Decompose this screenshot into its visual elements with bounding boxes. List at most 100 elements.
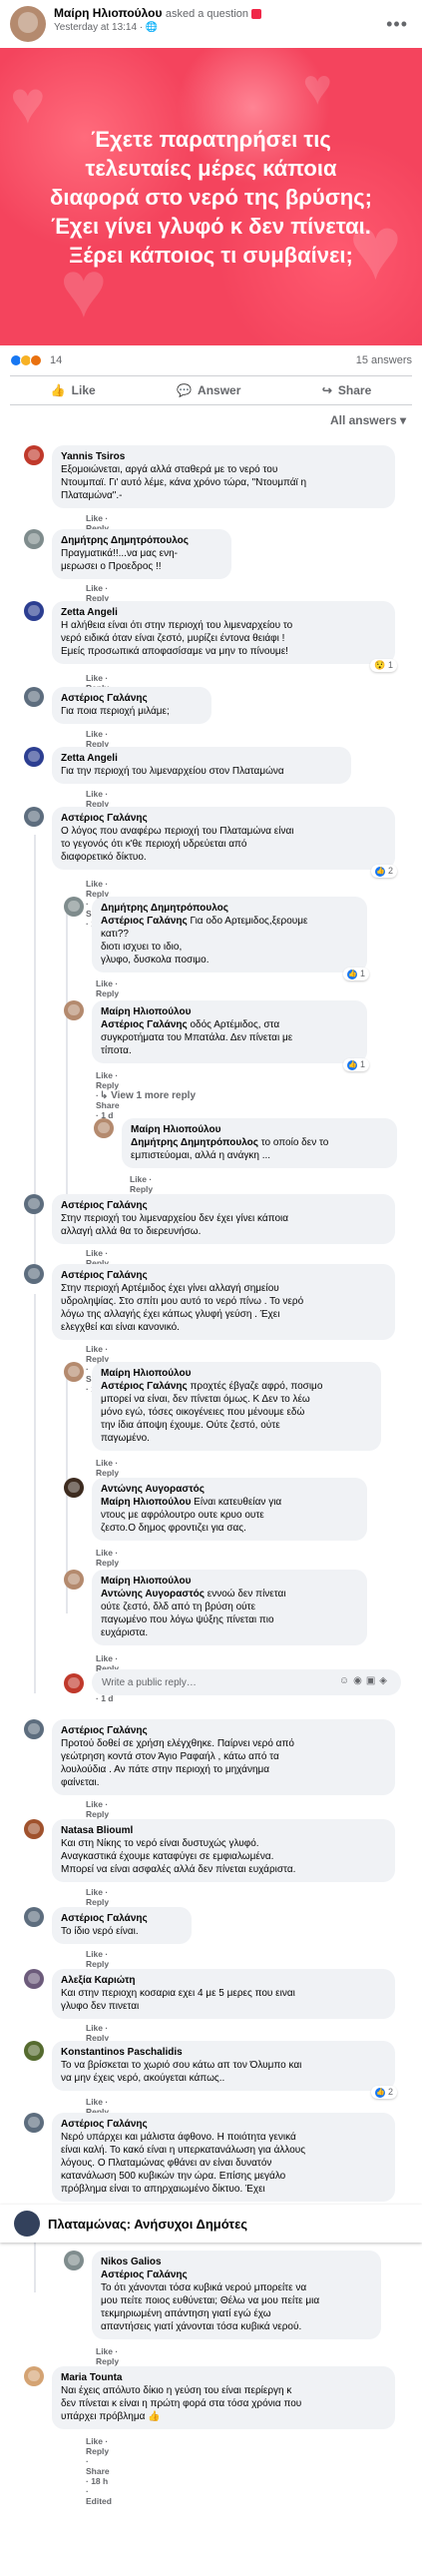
avatar[interactable] bbox=[24, 1264, 44, 1284]
mention-link[interactable]: Αστέριος Γαλάνης bbox=[101, 2269, 188, 2280]
post-author-name[interactable]: Μαίρη Ηλιοπούλου bbox=[54, 6, 162, 20]
comment-author[interactable]: Nikos Galios bbox=[101, 2255, 372, 2268]
comment-bubble: Natasa Bliouml Και στη Νίκης το νερό είν… bbox=[52, 1819, 395, 1882]
avatar[interactable] bbox=[24, 747, 44, 767]
thread-line bbox=[34, 1294, 36, 1693]
reaction-badge[interactable]: 👍 2 bbox=[371, 2086, 397, 2099]
comment-author[interactable]: Αστέριος Γαλάνης bbox=[61, 1199, 386, 1212]
comment-author[interactable]: Αστέριος Γαλάνης bbox=[61, 1912, 183, 1925]
avatar[interactable] bbox=[64, 1362, 84, 1382]
comment-author[interactable]: Αστέριος Γαλάνης bbox=[61, 2118, 386, 2131]
avatar[interactable] bbox=[24, 2366, 44, 2386]
comment-bubble: Αστέριος Γαλάνης Προτού δοθεί σε χρήση ε… bbox=[52, 1719, 395, 1795]
reaction-summary[interactable]: 14 bbox=[10, 354, 62, 366]
reaction-badge-count: 2 bbox=[387, 866, 393, 877]
gif-icon[interactable]: ▣ bbox=[366, 1675, 379, 1686]
mention-link[interactable]: Αστέριος Γαλάνης bbox=[101, 916, 188, 927]
comment-text: διοτι ισχυει το ιδιο, bbox=[101, 942, 183, 953]
avatar[interactable] bbox=[24, 601, 44, 621]
comment-author[interactable]: Αλεξία Καριώτη bbox=[61, 1974, 386, 1987]
comment-author[interactable]: Μαίρη Ηλιοπούλου bbox=[101, 1367, 372, 1380]
avatar[interactable] bbox=[64, 2251, 84, 2270]
reaction-badge[interactable]: 👍 2 bbox=[371, 865, 397, 878]
avatar[interactable] bbox=[24, 529, 44, 549]
reaction-badge[interactable]: 👍 1 bbox=[343, 1058, 369, 1071]
emoji-icon[interactable]: ☺ bbox=[339, 1675, 353, 1686]
avatar[interactable] bbox=[24, 807, 44, 827]
comment-text: ούτε ζεστό, δλδ από τη βρύση ούτε bbox=[101, 1602, 256, 1612]
comment-author[interactable]: Natasa Bliouml bbox=[61, 1824, 386, 1837]
comment-author[interactable]: Αστέριος Γαλάνης bbox=[61, 692, 203, 705]
mention-link[interactable]: Αστέριος Γαλάνης bbox=[101, 1381, 188, 1392]
comment-author[interactable]: Αντώνης Αυγοραστός bbox=[101, 1483, 358, 1496]
comment-bubble: Αστέριος Γαλάνης Στην περιοχή του λιμενα… bbox=[52, 1194, 395, 1244]
comment-text: Μπορεί να είναι ασφαλές αλλά δεν πίνεται… bbox=[61, 1864, 296, 1875]
comment-author[interactable]: Αστέριος Γαλάνης bbox=[61, 1269, 386, 1282]
avatar[interactable] bbox=[24, 1194, 44, 1214]
comment-text: ελεγχθεί και είναι κανονικό. bbox=[61, 1322, 180, 1333]
avatar[interactable] bbox=[24, 1969, 44, 1989]
comment-author[interactable]: Αστέριος Γαλάνης bbox=[61, 812, 386, 825]
avatar[interactable] bbox=[24, 1907, 44, 1927]
comment-author[interactable]: Yannis Tsiros bbox=[61, 450, 386, 463]
comment-author[interactable]: Konstantinos Paschalidis bbox=[61, 2046, 386, 2059]
reaction-badge[interactable]: 😯 1 bbox=[370, 659, 397, 672]
author-avatar[interactable] bbox=[10, 6, 46, 42]
avatar[interactable] bbox=[64, 1478, 84, 1498]
avatar[interactable] bbox=[64, 1570, 84, 1590]
avatar[interactable] bbox=[64, 1000, 84, 1020]
comment-bubble: Zetta Angeli Για την περιοχή του λιμεναρ… bbox=[52, 747, 351, 784]
more-options-icon[interactable]: ••• bbox=[386, 14, 408, 35]
avatar[interactable] bbox=[94, 1118, 114, 1138]
like-reaction-icon: 👍 bbox=[347, 969, 358, 979]
comment-text: μπορεί να είναι, δεν πίνεται όμως. Κ Δεν… bbox=[101, 1394, 310, 1405]
group-header-bar[interactable]: Πλαταμώνας: Ανήσυχοι Δημότες bbox=[0, 2205, 422, 2243]
globe-icon: 🌐 bbox=[145, 22, 159, 33]
comment-author[interactable]: Μαίρη Ηλιοπούλου bbox=[101, 1575, 358, 1588]
comment-author[interactable]: Δημήτρης Δημητρόπουλος bbox=[61, 534, 222, 547]
mention-link[interactable]: Αστέριος Γαλάνης bbox=[101, 1019, 188, 1030]
comment-author[interactable]: Μαίρη Ηλιοπούλου bbox=[101, 1005, 358, 1018]
comment-author[interactable]: Μαίρη Ηλιοπούλου bbox=[131, 1123, 388, 1136]
mention-link[interactable]: Δημήτρης Δημητρόπουλος bbox=[131, 1137, 258, 1148]
like-button[interactable]: 👍 Like bbox=[51, 383, 96, 397]
comment-text: Το να βρίσκεται το χωριό σου κάτω απ τον… bbox=[61, 2060, 302, 2071]
avatar[interactable] bbox=[24, 2041, 44, 2061]
view-more-replies-link[interactable]: ↳ View 1 more reply bbox=[100, 1090, 196, 1101]
answer-button[interactable]: 💬 Answer bbox=[177, 383, 240, 397]
avatar[interactable] bbox=[64, 897, 84, 917]
comment-author[interactable]: Δημήτρης Δημητρόπουλος bbox=[101, 902, 358, 915]
comment-author[interactable]: Zetta Angeli bbox=[61, 752, 342, 765]
comment-author[interactable]: Maria Tounta bbox=[61, 2371, 386, 2384]
avatar[interactable] bbox=[24, 2113, 44, 2133]
thumbs-up-icon: 👍 bbox=[50, 383, 66, 397]
comments-list: Yannis Tsiros Εξομοιώνεται, αργά αλλά στ… bbox=[0, 435, 422, 2576]
post-time[interactable]: Yesterday at 13:14 · bbox=[54, 22, 146, 33]
comment-text: γλυφο δεν πινεται bbox=[61, 2001, 140, 2012]
mention-link[interactable]: Μαίρη Ηλιοπούλου bbox=[101, 1497, 191, 1508]
comment-text: λουλούδια . Αν πάτε στην περιοχή το μηχά… bbox=[61, 1764, 270, 1775]
reaction-badge[interactable]: 👍 1 bbox=[343, 967, 369, 980]
share-button[interactable]: ↪ Share bbox=[322, 383, 371, 397]
sticker-icon[interactable]: ◈ bbox=[379, 1675, 391, 1686]
comment-text: παγωμένο που λόγω ψύξης πίνεται πιο bbox=[101, 1614, 274, 1625]
reply-input[interactable]: Write a public reply… ☺◉▣◈ bbox=[92, 1669, 401, 1695]
comment-text: εννοώ δεν πίνεται bbox=[204, 1589, 286, 1600]
comment-author[interactable]: Αστέριος Γαλάνης bbox=[61, 1724, 386, 1737]
comment-actions[interactable]: Like · Reply · Share · 18 h · Edited bbox=[86, 2436, 112, 2506]
post-asked-label: asked a question bbox=[165, 8, 248, 20]
comment-text: Για την περιοχή του λιμεναρχείου στον Πλ… bbox=[61, 766, 284, 777]
answers-count[interactable]: 15 answers bbox=[356, 354, 412, 366]
avatar[interactable] bbox=[24, 1819, 44, 1839]
avatar[interactable] bbox=[24, 1719, 44, 1739]
comment-text: τίποτα. bbox=[101, 1045, 132, 1056]
comment-text: διαφορετικό δίκτυο. bbox=[61, 852, 147, 863]
group-name[interactable]: Πλαταμώνας: Ανήσυχοι Δημότες bbox=[48, 2217, 247, 2232]
comment-bubble: Μαίρη Ηλιοπούλου Αντώνης Αυγοραστός εννο… bbox=[92, 1570, 367, 1645]
sort-answers-dropdown[interactable]: All answers ▾ bbox=[0, 405, 422, 435]
avatar[interactable] bbox=[24, 687, 44, 707]
camera-icon[interactable]: ◉ bbox=[353, 1675, 366, 1686]
mention-link[interactable]: Αντώνης Αυγοραστός bbox=[101, 1589, 205, 1600]
avatar[interactable] bbox=[24, 445, 44, 465]
comment-author[interactable]: Zetta Angeli bbox=[61, 606, 386, 619]
